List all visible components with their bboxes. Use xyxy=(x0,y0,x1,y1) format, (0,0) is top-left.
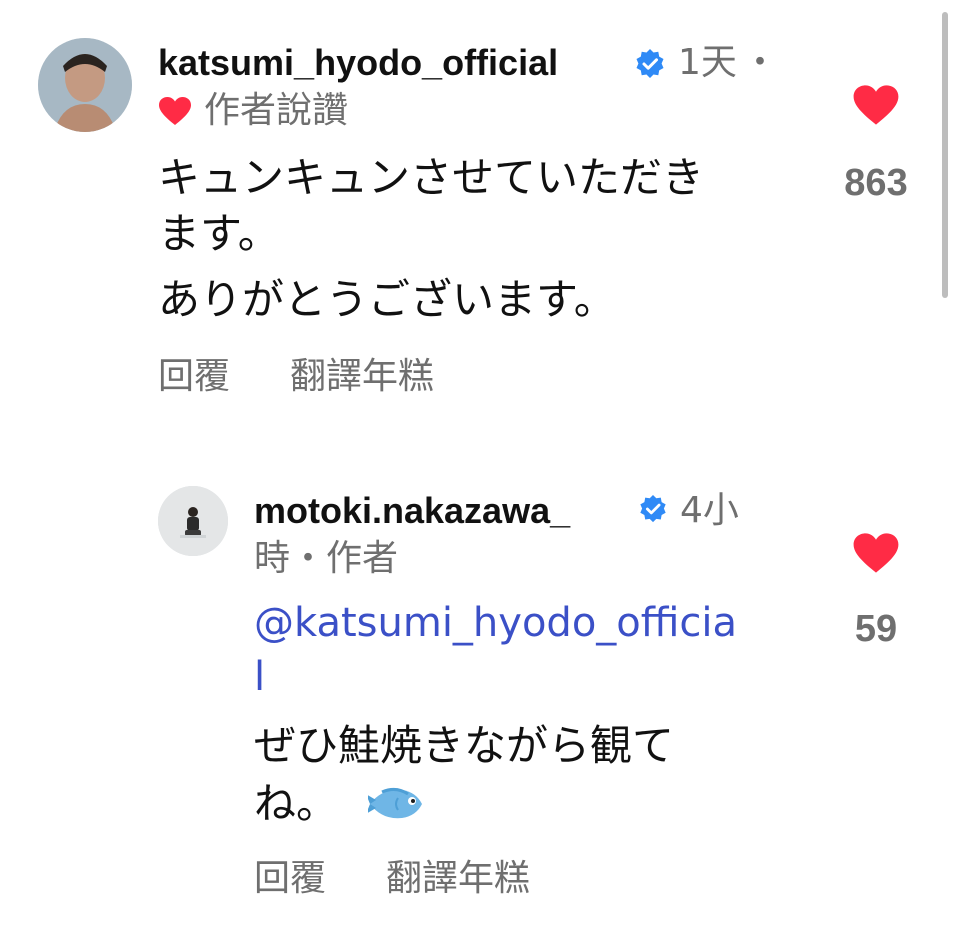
scrollbar[interactable] xyxy=(942,12,948,298)
comment-text-line: ありがとうございます。 xyxy=(158,275,616,324)
avatar[interactable] xyxy=(38,38,132,132)
like-count: 863 xyxy=(844,162,908,204)
mention-link[interactable]: @katsumi_hyodo_officia l xyxy=(254,596,737,704)
comment-text-line: キュンキュンさせていただき xyxy=(158,153,705,202)
reply-button[interactable]: 回覆 xyxy=(158,354,230,400)
reply-button[interactable]: 回覆 xyxy=(254,856,326,902)
author-liked-heart-icon xyxy=(158,96,192,130)
author-liked-label: 作者說讚 xyxy=(204,90,349,131)
like-heart-icon[interactable] xyxy=(852,84,900,130)
mention-text-line: l xyxy=(254,654,266,700)
translate-button[interactable]: 翻譯年糕 xyxy=(386,856,530,902)
meta-separator: ・ xyxy=(742,42,779,83)
like-count: 59 xyxy=(854,608,898,650)
fish-emoji-icon xyxy=(366,784,424,828)
comment-text-line: ます。 xyxy=(158,209,280,258)
comment-text-line: ね。 xyxy=(254,779,339,828)
comment-time: 1天 xyxy=(678,42,737,83)
comment-time: 4小 xyxy=(680,490,739,531)
verified-badge-icon xyxy=(634,48,666,80)
like-heart-icon[interactable] xyxy=(852,532,900,578)
comment-time-author: 時・作者 xyxy=(254,538,399,579)
avatar[interactable] xyxy=(158,486,228,556)
comment-text-line: ぜひ鮭焼きながら観て xyxy=(254,721,675,770)
translate-button[interactable]: 翻譯年糕 xyxy=(290,354,434,400)
verified-badge-icon xyxy=(638,494,668,524)
comment-username[interactable]: katsumi_hyodo_official xyxy=(158,40,558,86)
comment-username[interactable]: motoki.nakazawa_ xyxy=(254,488,570,534)
mention-text-line: @katsumi_hyodo_officia xyxy=(254,600,738,646)
